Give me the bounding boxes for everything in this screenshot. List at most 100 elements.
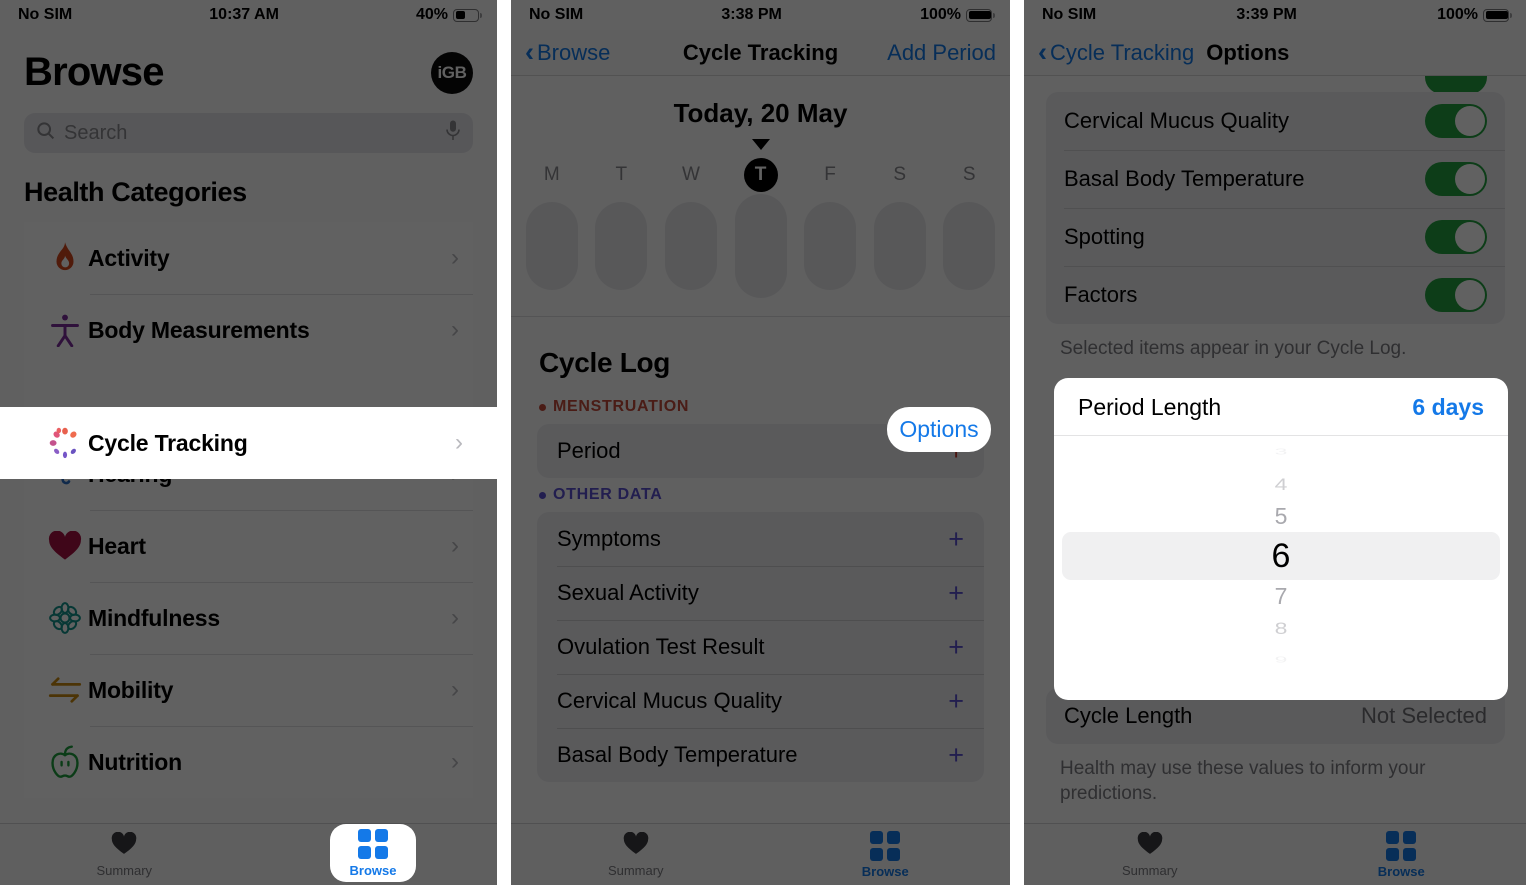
picker-header[interactable]: Period Length 6 days <box>1054 378 1508 436</box>
toggle-row-spotting[interactable]: Spotting <box>1046 208 1505 266</box>
plus-icon[interactable]: + <box>948 579 964 607</box>
battery-icon <box>453 8 482 22</box>
toggle-switch[interactable] <box>1425 162 1487 196</box>
period-length-picker[interactable]: Period Length 6 days 3 4 5 6 7 8 9 <box>1054 378 1508 700</box>
log-row-label: Ovulation Test Result <box>557 634 765 659</box>
person-icon <box>42 313 88 347</box>
log-row-basal-body-temperature[interactable]: Basal Body Temperature + <box>537 728 984 782</box>
panel-browse: No SIM 10:37 AM 40% Browse iGB Search He… <box>0 0 497 885</box>
picker-option[interactable]: 3 <box>1275 447 1288 458</box>
toggle-switch[interactable] <box>1425 278 1487 312</box>
log-row-cervical-mucus-quality[interactable]: Cervical Mucus Quality + <box>537 674 984 728</box>
plus-icon[interactable]: + <box>948 633 964 661</box>
day-column[interactable]: S <box>865 158 935 298</box>
tab-browse[interactable]: Browse <box>761 830 1011 879</box>
toggle-row-factors[interactable]: Factors <box>1046 266 1505 324</box>
panel-gap-2 <box>1010 0 1024 885</box>
mobility-icon <box>42 675 88 705</box>
log-row-ovulation-test-result[interactable]: Ovulation Test Result + <box>537 620 984 674</box>
apple-icon <box>42 745 88 779</box>
tab-summary[interactable]: Summary <box>0 831 249 878</box>
sidebar-item-mindfulness[interactable]: Mindfulness › <box>24 582 473 654</box>
heart-icon <box>1137 831 1163 860</box>
battery-percent: 100% <box>1437 6 1478 23</box>
plus-icon[interactable]: + <box>948 525 964 553</box>
clock: 10:37 AM <box>209 6 279 23</box>
other-data-card: Symptoms + Sexual Activity + Ovulation T… <box>537 512 984 782</box>
picker-option[interactable]: 8 <box>1275 616 1288 639</box>
tab-summary[interactable]: Summary <box>1024 831 1276 878</box>
page-title: Browse <box>24 50 165 94</box>
day-pill <box>525 202 578 290</box>
toggle-row-cervical-mucus-quality[interactable]: Cervical Mucus Quality <box>1046 92 1505 150</box>
igb-logo: iGB <box>431 51 473 94</box>
battery-status: 100% <box>920 6 995 24</box>
chevron-right-icon: › <box>455 429 463 456</box>
week-strip: M T W T F S S <box>511 150 1010 298</box>
panel-gap-1 <box>497 0 511 885</box>
cycle-length-label: Cycle Length <box>1064 702 1193 728</box>
toggle-label: Basal Body Temperature <box>1064 166 1305 191</box>
toggle-label: Cervical Mucus Quality <box>1064 108 1289 133</box>
back-button[interactable]: ‹ Browse <box>525 39 610 66</box>
day-pill <box>595 202 648 290</box>
heart-icon <box>42 531 88 561</box>
nav-bar-panel3: ‹ Cycle Tracking Options <box>1024 30 1526 76</box>
options-button[interactable]: Options <box>887 407 991 452</box>
clock: 3:38 PM <box>721 6 782 23</box>
toggle-row-basal-body-temperature[interactable]: Basal Body Temperature <box>1046 150 1505 208</box>
battery-icon <box>1483 8 1512 22</box>
toggle-partial[interactable] <box>1425 76 1487 92</box>
chevron-right-icon: › <box>451 604 459 631</box>
picker-option[interactable]: 9 <box>1275 655 1288 666</box>
log-row-symptoms[interactable]: Symptoms + <box>537 512 984 566</box>
partial-row-above <box>1024 76 1526 92</box>
back-label: Cycle Tracking <box>1050 39 1195 65</box>
cycle-log-title: Cycle Log <box>539 346 671 378</box>
mindfulness-icon <box>42 601 88 635</box>
day-label: S <box>962 164 976 185</box>
chevron-right-icon: › <box>451 748 459 775</box>
add-period-button[interactable]: Add Period <box>887 40 996 66</box>
picker-option[interactable]: 5 <box>1275 500 1288 532</box>
day-column[interactable]: S <box>934 158 1004 298</box>
sidebar-item-activity[interactable]: Activity › <box>24 222 473 294</box>
plus-icon[interactable]: + <box>948 687 964 715</box>
log-row-sexual-activity[interactable]: Sexual Activity + <box>537 566 984 620</box>
tab-summary[interactable]: Summary <box>511 831 761 878</box>
day-label: F <box>824 164 836 185</box>
toggle-switch[interactable] <box>1425 104 1487 138</box>
picker-option[interactable]: 4 <box>1275 472 1288 495</box>
day-column[interactable]: F <box>795 158 865 298</box>
category-label: Body Measurements <box>88 316 310 343</box>
sidebar-item-cycle-tracking[interactable]: Cycle Tracking › <box>0 407 497 479</box>
toggle-label: Spotting <box>1064 224 1145 249</box>
tab-bar-panel1: Summary <box>0 823 497 885</box>
picker-option[interactable]: 7 <box>1275 580 1288 612</box>
battery-percent: 100% <box>920 6 961 23</box>
sidebar-item-body-measurements[interactable]: Body Measurements › <box>24 294 473 366</box>
flame-icon <box>42 241 88 275</box>
day-column[interactable]: T <box>587 158 657 298</box>
tab-label: Summary <box>96 862 153 878</box>
toggle-switch[interactable] <box>1425 220 1487 254</box>
day-column-today[interactable]: T <box>726 158 796 298</box>
tab-browse[interactable]: Browse <box>330 824 416 882</box>
browse-header: Browse iGB <box>0 30 497 95</box>
microphone-icon[interactable] <box>444 119 462 148</box>
plus-icon[interactable]: + <box>948 741 964 769</box>
tab-browse[interactable]: Browse <box>1276 830 1526 879</box>
day-column[interactable]: M <box>517 158 587 298</box>
search-icon <box>35 120 56 146</box>
cycle-log-header: Cycle Log Options <box>511 317 1010 390</box>
day-label: W <box>681 164 700 185</box>
search-input[interactable]: Search <box>24 113 473 153</box>
sidebar-item-nutrition[interactable]: Nutrition › <box>24 726 473 798</box>
chevron-right-icon: › <box>451 676 459 703</box>
day-column[interactable]: W <box>656 158 726 298</box>
back-button[interactable]: ‹ Cycle Tracking <box>1038 39 1195 66</box>
picker-wheel[interactable]: 3 4 5 6 7 8 9 <box>1054 436 1508 676</box>
sidebar-item-mobility[interactable]: Mobility › <box>24 654 473 726</box>
sidebar-item-heart[interactable]: Heart › <box>24 510 473 582</box>
picker-option-selected[interactable]: 6 <box>1272 532 1291 580</box>
